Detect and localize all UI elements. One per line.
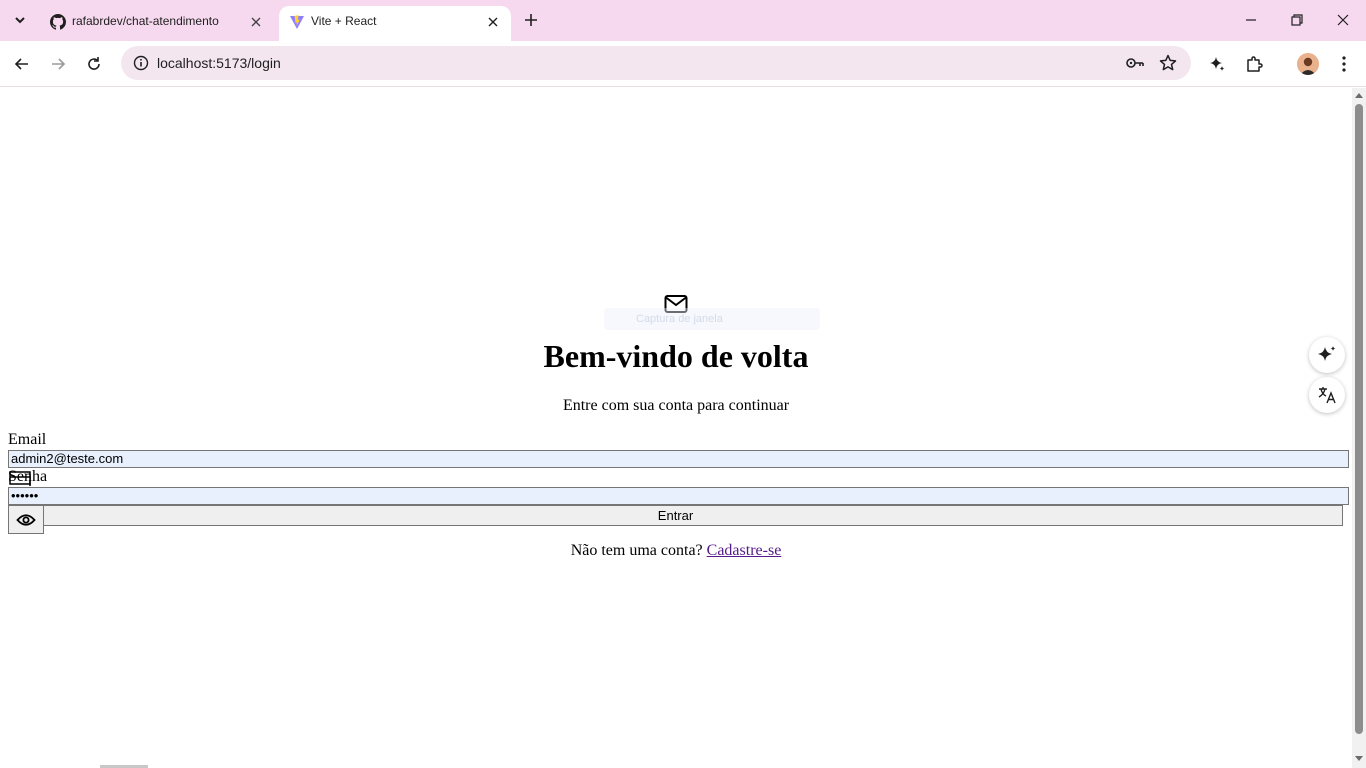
minimize-icon <box>1246 19 1256 21</box>
window-capture-hint: Captura de janela <box>604 308 820 330</box>
profile-avatar[interactable] <box>1297 53 1319 75</box>
ai-assist-button[interactable] <box>1309 337 1345 373</box>
puzzle-icon <box>1247 56 1263 72</box>
restore-button[interactable] <box>1274 0 1320 40</box>
tab-strip: rafabrdev/chat-atendimento Vite + React <box>0 0 1366 41</box>
translate-icon <box>1318 387 1336 404</box>
new-tab-button[interactable] <box>519 8 543 32</box>
url-text: localhost:5173/login <box>157 55 281 71</box>
sparkle-icon <box>1318 346 1336 361</box>
toggle-password-button[interactable] <box>8 505 44 534</box>
vertical-scrollbar[interactable] <box>1352 88 1366 768</box>
close-icon[interactable] <box>483 12 503 32</box>
login-button[interactable]: Entrar <box>8 505 1343 526</box>
arrow-right-icon <box>52 58 66 70</box>
translate-button[interactable] <box>1309 377 1345 413</box>
browser-toolbar: localhost:5173/login <box>0 41 1366 87</box>
bookmark-star-icon[interactable] <box>1156 51 1180 75</box>
close-icon <box>1337 14 1349 26</box>
scroll-down-arrow-icon[interactable] <box>1355 754 1363 762</box>
extensions-button[interactable] <box>1240 50 1268 78</box>
signup-link[interactable]: Cadastre-se <box>707 542 782 559</box>
tab-search-button[interactable] <box>8 8 32 32</box>
vite-icon <box>290 15 304 29</box>
password-field[interactable]: •••••• <box>8 487 1349 505</box>
tab-title: rafabrdev/chat-atendimento <box>72 14 219 28</box>
restore-icon <box>1291 14 1303 26</box>
window-close-button[interactable] <box>1320 0 1366 40</box>
gemini-button[interactable] <box>1203 50 1231 78</box>
tab-vite-react[interactable]: Vite + React <box>279 6 511 41</box>
lock-icon <box>9 471 31 486</box>
scrollbar-thumb[interactable] <box>1355 104 1363 734</box>
close-icon[interactable] <box>246 12 266 32</box>
tab-title: Vite + React <box>311 14 377 28</box>
site-info-icon[interactable] <box>129 51 153 75</box>
page-subtitle: Entre com sua conta para continuar <box>562 397 790 414</box>
back-button[interactable] <box>8 50 36 78</box>
page-title: Bem-vindo de volta <box>543 338 809 374</box>
password-key-icon[interactable] <box>1123 51 1147 75</box>
reload-button[interactable] <box>80 50 108 78</box>
page-viewport: Captura de janela Bem-vindo de volta Ent… <box>0 88 1352 768</box>
chevron-down-icon <box>15 17 25 24</box>
sparkle-icon <box>1210 57 1225 71</box>
forward-button[interactable] <box>44 50 72 78</box>
email-label: Email <box>8 431 47 448</box>
eye-icon <box>16 513 36 526</box>
plus-icon <box>525 14 537 26</box>
address-bar[interactable]: localhost:5173/login <box>121 46 1191 80</box>
github-icon <box>50 14 66 30</box>
signup-question: Não tem uma conta? <box>570 542 703 559</box>
scroll-up-arrow-icon[interactable] <box>1355 92 1363 100</box>
reload-icon <box>88 57 100 70</box>
email-field[interactable]: admin2@teste.com <box>8 450 1349 468</box>
arrow-left-icon <box>14 58 28 70</box>
menu-button[interactable] <box>1330 50 1358 78</box>
signup-prompt: Não tem uma conta? Cadastre-se <box>0 542 1352 560</box>
tab-github[interactable]: rafabrdev/chat-atendimento <box>40 6 274 41</box>
kebab-menu-icon <box>1342 56 1346 72</box>
minimize-button[interactable] <box>1228 0 1274 40</box>
